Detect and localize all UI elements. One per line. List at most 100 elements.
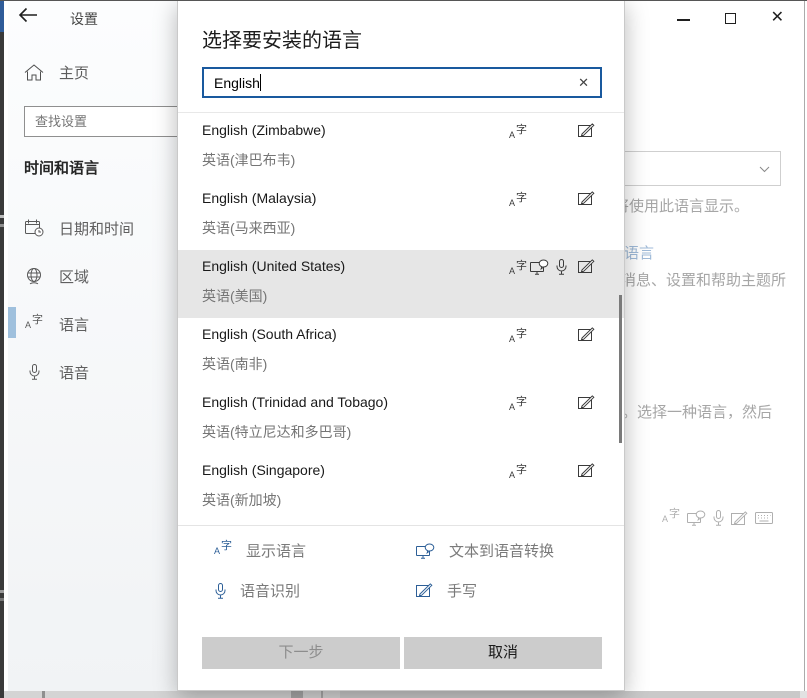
handwriting-icon — [578, 123, 595, 138]
display-language-icon: A字 — [509, 465, 527, 483]
handwriting-icon — [416, 583, 433, 598]
legend-label: 手写 — [447, 580, 477, 601]
legend-label: 文本到语音转换 — [449, 540, 554, 561]
language-row[interactable]: English (Zimbabwe) 英语(津巴布韦) A字 — [178, 114, 624, 182]
language-name-english: English (Malaysia) — [202, 190, 316, 206]
speech-recognition-icon — [556, 259, 567, 275]
legend-text-to-speech: 文本到语音转换 — [416, 540, 554, 561]
calendar-clock-icon — [24, 219, 44, 237]
background-window-edge — [0, 0, 4, 698]
list-scrollbar-thumb[interactable] — [619, 295, 622, 443]
handwriting-icon — [731, 511, 748, 526]
sidebar — [8, 0, 181, 691]
edge-tick — [0, 598, 4, 601]
display-language-icon: A字 — [509, 261, 527, 279]
handwriting-icon — [578, 395, 595, 410]
legend-separator — [178, 525, 624, 526]
language-name-chinese: 英语(美国) — [202, 286, 267, 306]
strip-mark — [42, 691, 45, 698]
maximize-button[interactable] — [710, 0, 750, 30]
language-row[interactable]: English (Malaysia) 英语(马来西亚) A字 — [178, 182, 624, 250]
language-row[interactable]: English (Singapore) 英语(新加坡) A字 — [178, 454, 624, 522]
language-name-english: English (Zimbabwe) — [202, 122, 326, 138]
sidebar-selected-accent — [8, 307, 16, 338]
keyboard-icon — [755, 512, 773, 524]
background-text-messages: 消息、设置和帮助主题所 — [621, 269, 786, 290]
legend-display-language: A字 显示语言 — [214, 540, 306, 561]
install-language-dialog: 选择要安装的语言 English ✕ English (Zimbabwe) 英语(… — [177, 0, 625, 691]
display-language-icon: A字 — [509, 397, 527, 415]
sidebar-item-region[interactable]: 区域 — [8, 256, 181, 296]
strip-mark — [321, 691, 323, 698]
globe-icon — [24, 267, 44, 285]
language-name-english: English (United States) — [202, 258, 345, 274]
language-search-input[interactable]: English ✕ — [202, 67, 602, 98]
dialog-title: 选择要安装的语言 — [202, 24, 362, 53]
legend-label: 语音识别 — [240, 580, 300, 601]
background-language-link[interactable]: 语言 — [624, 242, 654, 263]
display-language-icon: A字 — [509, 125, 527, 143]
settings-search-input[interactable] — [25, 107, 193, 136]
display-language-icon: A字 — [509, 193, 527, 211]
language-results-list: English (Zimbabwe)英语(津巴布韦)A字English (Mal… — [178, 112, 624, 525]
display-language-icon: A字 — [24, 319, 44, 330]
strip-mark — [291, 691, 303, 698]
settings-search-box[interactable] — [24, 106, 194, 137]
strip-segment — [0, 691, 340, 698]
background-text-choose: 。选择一种语言，然后 — [622, 401, 772, 422]
minimize-button[interactable] — [664, 0, 704, 30]
cancel-button[interactable]: 取消 — [404, 637, 602, 669]
language-name-chinese: 英语(特立尼达和多巴哥) — [202, 422, 351, 442]
edge-tick — [0, 590, 4, 593]
legend-label: 显示语言 — [246, 540, 306, 561]
speech-recognition-icon — [215, 583, 226, 599]
home-icon — [24, 64, 44, 81]
back-arrow-icon[interactable] — [18, 7, 42, 27]
language-name-chinese: 英语(马来西亚) — [202, 218, 295, 238]
text-to-speech-icon — [530, 259, 549, 275]
background-feature-icon-row: A字 — [662, 509, 773, 527]
text-to-speech-icon — [416, 543, 435, 559]
background-windows-strip — [0, 691, 807, 698]
text-to-speech-icon — [687, 510, 706, 526]
language-name-english: English (Singapore) — [202, 462, 325, 478]
language-search-value: English — [214, 75, 260, 91]
language-name-english: English (Trinidad and Tobago) — [202, 394, 388, 410]
handwriting-icon — [578, 191, 595, 206]
sidebar-item-language[interactable]: A字 语言 — [8, 304, 181, 344]
text-caret — [260, 74, 261, 91]
sidebar-item-date-time[interactable]: 日期和时间 — [8, 208, 181, 248]
sidebar-item-label: 语音 — [59, 362, 89, 383]
clear-search-icon[interactable]: ✕ — [578, 75, 589, 91]
handwriting-icon — [578, 327, 595, 342]
sidebar-item-label: 区域 — [59, 266, 89, 287]
handwriting-icon — [578, 259, 595, 274]
legend-speech-recognition: 语音识别 — [215, 580, 300, 601]
display-language-icon: A字 — [662, 509, 680, 527]
sidebar-section-title: 时间和语言 — [24, 157, 99, 178]
sidebar-item-label: 语言 — [59, 314, 89, 335]
language-row[interactable]: English (United States) 英语(美国) A字 — [178, 250, 624, 318]
sidebar-item-home[interactable]: 主页 — [24, 62, 89, 83]
language-name-chinese: 英语(新加坡) — [202, 490, 281, 510]
background-text-display: 将使用此语言显示。 — [614, 195, 749, 216]
edge-tick — [0, 224, 4, 227]
screen: 设置 主页 时间和语言 日期和时间 区域 A字 语言 语音 — [0, 0, 807, 698]
microphone-icon — [24, 364, 44, 380]
sidebar-item-speech[interactable]: 语音 — [8, 352, 181, 392]
background-window-edge-blue — [0, 0, 4, 32]
language-name-chinese: 英语(津巴布韦) — [202, 150, 295, 170]
legend-handwriting: 手写 — [416, 580, 477, 601]
strip-segment — [800, 691, 807, 698]
sidebar-item-label: 日期和时间 — [59, 218, 134, 239]
display-language-icon: A字 — [214, 545, 232, 556]
next-button[interactable]: 下一步 — [202, 637, 400, 669]
handwriting-icon — [578, 463, 595, 478]
window-right-border — [804, 0, 805, 691]
language-row[interactable]: English (South Africa)英语(南非)A字 — [178, 318, 624, 386]
edge-tick — [0, 215, 4, 218]
language-name-english: English (South Africa) — [202, 326, 337, 342]
language-row[interactable]: English (Trinidad and Tobago) 英语(特立尼达和多巴哥… — [178, 386, 624, 454]
close-button[interactable] — [758, 0, 798, 30]
language-name-chinese: 英语(南非) — [202, 354, 267, 374]
